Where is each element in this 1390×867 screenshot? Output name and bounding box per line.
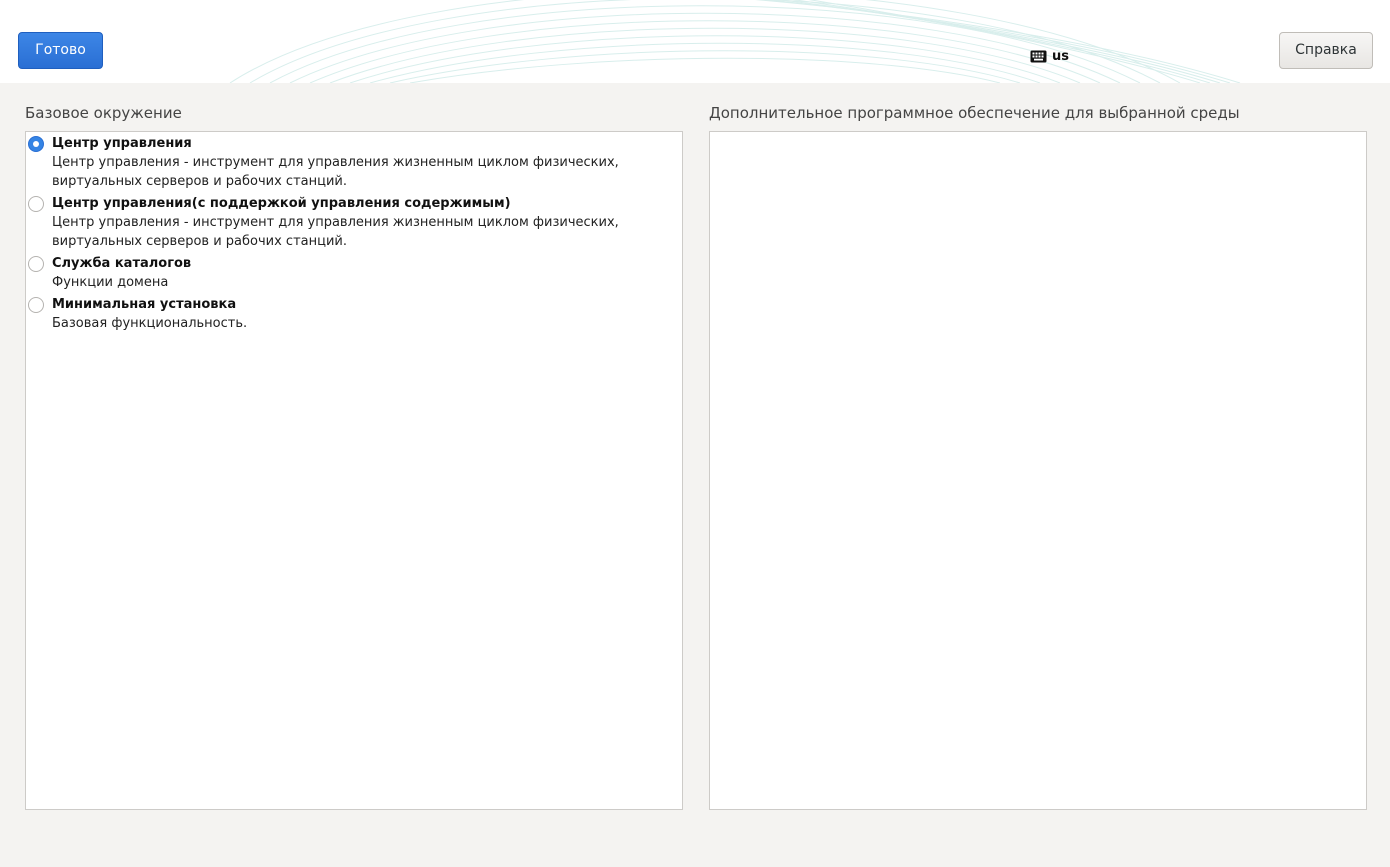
header-bar: Готово us Справка	[0, 0, 1390, 83]
environment-name: Центр управления	[52, 136, 192, 151]
environment-name: Минимальная установка	[52, 297, 237, 312]
keyboard-layout-indicator[interactable]: us	[1030, 46, 1069, 66]
radio-button-selected[interactable]	[28, 136, 44, 152]
base-environment-title: Базовое окружение	[25, 104, 182, 122]
radio-button[interactable]	[28, 196, 44, 212]
radio-button[interactable]	[28, 297, 44, 313]
base-environment-list: Центр управления Центр управления - инст…	[25, 131, 683, 810]
addons-title: Дополнительное программное обеспечение д…	[709, 104, 1240, 122]
addons-list	[709, 131, 1367, 810]
keyboard-icon	[1030, 50, 1047, 63]
environment-option[interactable]: Служба каталогов Функции домена	[26, 254, 682, 295]
environment-option[interactable]: Минимальная установка Базовая функционал…	[26, 295, 682, 336]
environment-name: Центр управления(с поддержкой управления…	[52, 196, 511, 211]
environment-option[interactable]: Центр управления(с поддержкой управления…	[26, 194, 682, 254]
environment-description: Центр управления - инструмент для управл…	[52, 155, 619, 189]
radio-button[interactable]	[28, 256, 44, 272]
environment-description: Базовая функциональность.	[52, 316, 248, 331]
keyboard-layout-label: us	[1052, 48, 1069, 64]
environment-description: Центр управления - инструмент для управл…	[52, 215, 619, 249]
environment-name: Служба каталогов	[52, 256, 192, 271]
header-decoration	[229, 0, 1241, 83]
environment-description: Функции домена	[52, 275, 169, 290]
done-button[interactable]: Готово	[18, 32, 103, 69]
environment-option[interactable]: Центр управления Центр управления - инст…	[26, 134, 682, 194]
help-button[interactable]: Справка	[1279, 32, 1373, 69]
